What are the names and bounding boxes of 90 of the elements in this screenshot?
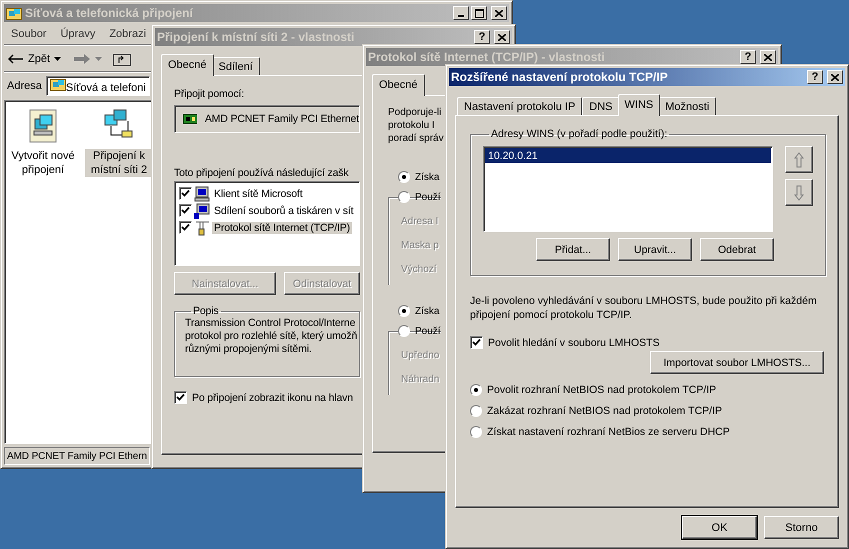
network-card-icon (183, 113, 197, 125)
radio-button[interactable] (470, 426, 482, 438)
help-button[interactable]: ? (807, 70, 823, 84)
up-arrow-icon (794, 152, 804, 168)
window-title: Rozšířené nastavení protokolu TCP/IP (451, 70, 669, 84)
radio-button[interactable] (470, 384, 482, 396)
group-title: Adresy WINS (v pořadí podle použití): (490, 128, 668, 140)
checkbox[interactable] (470, 336, 483, 349)
network-folder-icon (6, 6, 22, 20)
network-folder-icon (50, 77, 66, 91)
radio-label: Zakázat rozhraní NetBIOS nad protokolem TCP/IP (487, 405, 722, 417)
intro-text: Podporuje-li protokolu I poradí správ (388, 106, 444, 145)
group-title: Popis (192, 305, 220, 317)
radio-button[interactable] (398, 191, 410, 203)
tab[interactable]: Obecné (372, 74, 425, 96)
menu-item[interactable]: Úpravy (53, 28, 102, 40)
computer-icon (194, 186, 210, 202)
list-item[interactable]: 10.20.0.21 (485, 148, 771, 163)
component-item[interactable]: Sdílení souborů a tiskáren v sít (212, 204, 356, 216)
field-label: Výchozí (401, 264, 437, 275)
window-title: Připojení k místní síti 2 - vlastnosti (157, 30, 356, 44)
components-label: Toto připojení používá následující zašk (174, 167, 349, 179)
import-button[interactable]: Importovat soubor LMHOSTS... (650, 351, 824, 374)
close-button[interactable] (827, 70, 843, 84)
help-button[interactable]: ? (740, 50, 756, 64)
tab[interactable]: Možnosti (658, 97, 716, 115)
close-icon (495, 10, 503, 16)
back-arrow-icon (8, 54, 24, 64)
close-icon (831, 74, 839, 80)
radio-label: Povolit rozhraní NetBIOS nad protokolem TCP/IP (487, 384, 716, 396)
radio-button[interactable] (398, 325, 410, 337)
tab[interactable]: Obecné (161, 54, 214, 76)
component-item[interactable]: Protokol sítě Internet (TCP/IP) (212, 222, 352, 234)
close-button[interactable] (494, 30, 510, 44)
field-label: Adresa I (401, 216, 438, 227)
radio-label: Použí (415, 326, 441, 336)
connect-using-label: Připojit pomocí: (174, 88, 244, 100)
close-icon (764, 54, 772, 60)
field-label: Maska p (401, 240, 439, 251)
down-arrow-icon (794, 184, 804, 200)
component-item[interactable]: Klient sítě Microsoft (212, 188, 304, 200)
tab[interactable]: Nastavení protokolu IP (457, 97, 582, 115)
tab[interactable]: DNS (582, 97, 620, 115)
shared-computer-icon (194, 202, 210, 218)
radio-label: Získa (415, 306, 440, 316)
back-label[interactable]: Zpět (28, 53, 50, 65)
network-plug-icon (194, 220, 210, 236)
tab[interactable]: Sdílení (212, 57, 260, 75)
menu-item[interactable]: Zobrazi (102, 28, 154, 40)
radio-button[interactable] (470, 405, 482, 417)
radio-button[interactable] (398, 305, 410, 317)
connection-label[interactable]: Připojení k místní síti 2 (85, 149, 153, 177)
window-title: Protokol sítě Internet (TCP/IP) - vlastnosti (368, 50, 606, 64)
checkbox[interactable] (179, 204, 192, 217)
help-button[interactable]: ? (474, 30, 490, 44)
dialog-button[interactable]: OK (682, 516, 757, 539)
checkbox[interactable] (174, 391, 187, 404)
connection-label[interactable]: Vytvořit nové připojení (9, 149, 77, 177)
forward-arrow-icon (73, 53, 92, 65)
radio-label: Získat nastavení rozhraní NetBios ze serveru DHCP (487, 426, 730, 438)
maximize-icon (474, 8, 484, 18)
menu-item[interactable]: Soubor (4, 28, 54, 40)
field-label: Upředno (401, 350, 440, 361)
checkbox-label: Povolit hledání v souboru LMHOSTS (488, 336, 660, 348)
tab[interactable]: WINS (618, 94, 660, 116)
window-title: Síťová a telefonická připojení (25, 6, 194, 20)
maximize-button[interactable] (471, 6, 487, 20)
radio-label: Získa (415, 172, 440, 182)
description-text: Transmission Control Protocol/Interne protokol pro rozlehlé sítě, který umožň různými propojenými sítěmi. (185, 317, 358, 356)
address-field[interactable]: Síťová a telefoni (46, 76, 150, 96)
radio-button[interactable] (398, 171, 410, 183)
close-icon (498, 34, 506, 40)
caret-icon (54, 57, 62, 61)
checkbox[interactable] (179, 187, 192, 200)
caret-icon (95, 57, 102, 61)
checkbox-label: Po připojení zobrazit ikonu na hlavn (192, 392, 353, 404)
lmhosts-note: Je-li povoleno vyhledávání v souboru LMHOSTS, bude použito při každém připojení pomocí protokolu TCP/IP. (470, 294, 818, 322)
field-label: Náhradn (401, 374, 440, 385)
action-button[interactable]: Upravit... (618, 238, 692, 261)
action-button[interactable]: Přidat... (536, 238, 610, 261)
close-button[interactable] (491, 6, 507, 20)
dialog-button[interactable]: Storno (764, 516, 839, 539)
close-button[interactable] (760, 50, 776, 64)
radio-label: Použí (415, 192, 441, 202)
adapter-field: AMD PCNET Family PCI Ethernet (174, 105, 360, 133)
status-bar: AMD PCNET Family PCI Ethern (4, 447, 150, 465)
address-label: Adresa (7, 80, 42, 92)
folder-up-icon (112, 51, 132, 67)
action-button[interactable]: Odebrat (700, 238, 774, 261)
minimize-button[interactable] (453, 6, 469, 20)
